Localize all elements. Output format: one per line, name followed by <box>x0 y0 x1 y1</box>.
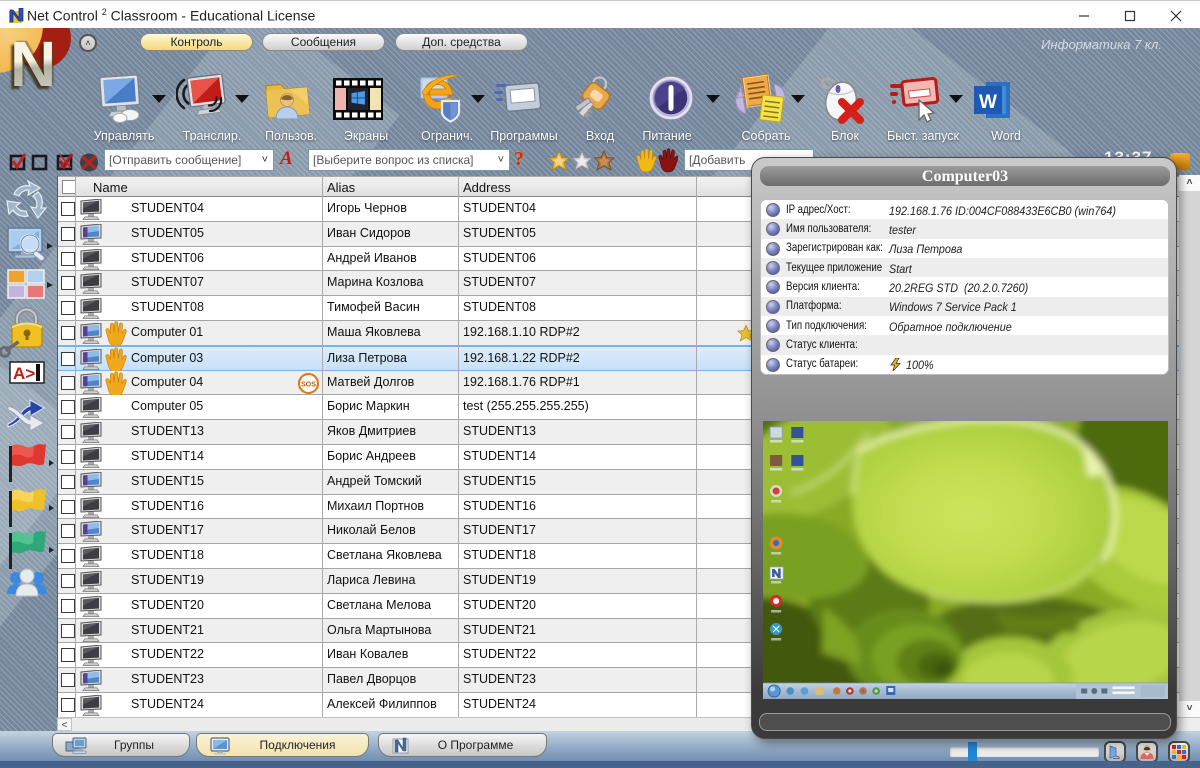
svg-text:SOS: SOS <box>301 381 316 388</box>
svg-text:A>: A> <box>13 364 35 383</box>
